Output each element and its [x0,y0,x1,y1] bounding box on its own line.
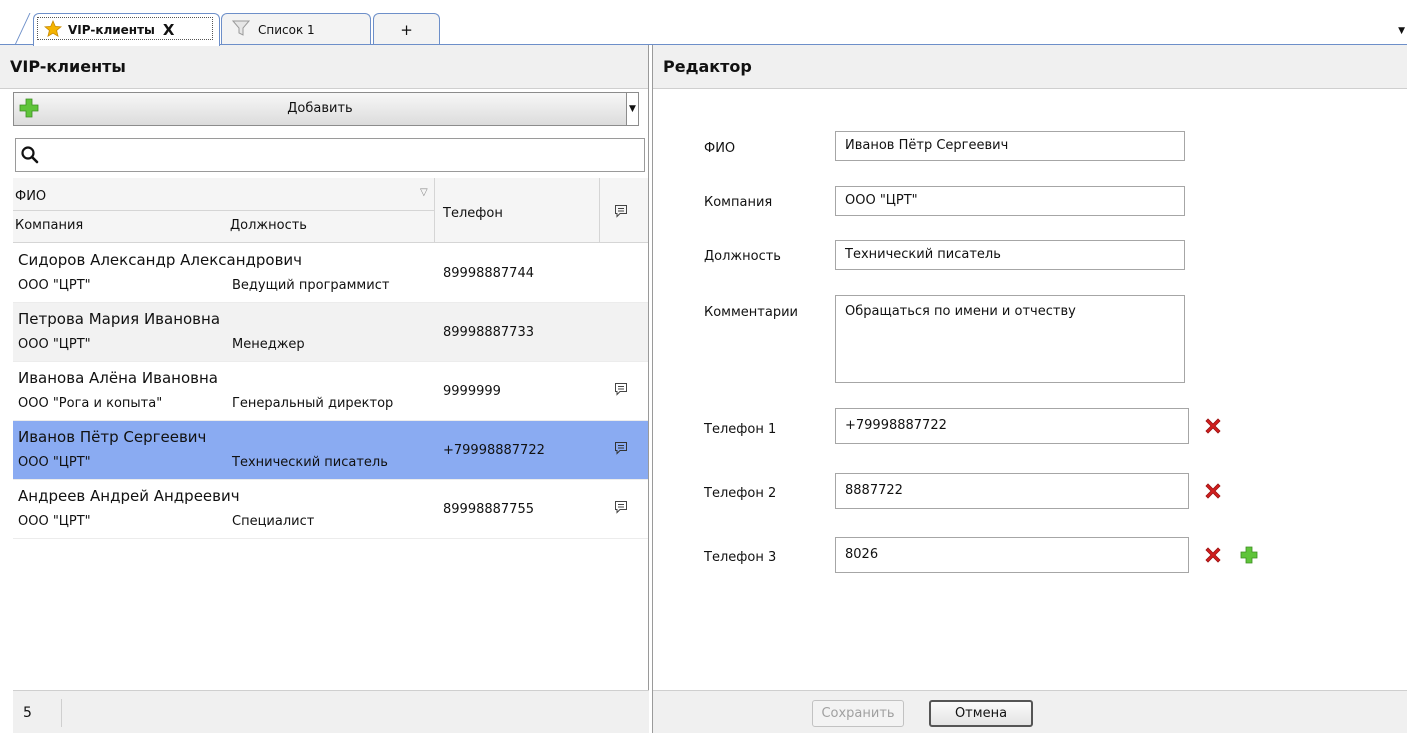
record-count: 5 [23,705,32,721]
comments-label: Комментарии [704,305,798,320]
phone-2-field[interactable]: 8887722 [835,473,1189,509]
client-company: ООО "ЦРТ" [18,337,91,352]
table-row[interactable]: Андреев Андрей Андреевич ООО "ЦРТ" Специ… [13,480,648,539]
client-company: ООО "ЦРТ" [18,278,91,293]
cancel-button[interactable]: Отмена [929,700,1033,727]
vip-clients-panel: VIP-клиенты Добавить ▼ ФИО ▽ Компания До… [0,45,649,733]
client-position: Менеджер [232,337,305,352]
tab-strip: VIP-клиенты X Список 1 + ▼ [0,0,1407,46]
client-name: Сидоров Александр Александрович [18,251,303,269]
table-row[interactable]: Сидоров Александр Александрович ООО "ЦРТ… [13,244,648,303]
table-row-selected[interactable]: Иванов Пётр Сергеевич ООО "ЦРТ" Техничес… [13,421,648,480]
comment-icon [614,500,628,518]
chevron-down-icon[interactable]: ▼ [1398,26,1405,36]
client-company: ООО "Рога и копыта" [18,396,163,411]
position-label: Должность [704,249,781,264]
client-phone: 89998887755 [443,502,534,517]
client-position: Генеральный директор [232,396,394,411]
client-name: Андреев Андрей Андреевич [18,487,240,505]
divider [61,699,62,727]
position-field[interactable]: Технический писатель [835,240,1185,270]
delete-icon[interactable] [1201,414,1225,438]
table-row[interactable]: Петрова Мария Ивановна ООО "ЦРТ" Менедже… [13,303,648,362]
client-company: ООО "ЦРТ" [18,514,91,529]
add-button-label: Добавить [287,101,353,116]
grid-header: ФИО ▽ Компания Должность Телефон [13,178,648,243]
comment-icon [614,204,628,222]
add-button[interactable]: Добавить ▼ [13,92,639,126]
phone-3-label: Телефон 3 [704,550,777,565]
add-tab-button[interactable]: + [373,13,440,45]
comments-field[interactable]: Обращаться по имени и отчеству [835,295,1185,383]
phone-1-label: Телефон 1 [704,422,777,437]
table-row[interactable]: Иванова Алёна Ивановна ООО "Рога и копыт… [13,362,648,421]
panel-title: VIP-клиенты [0,45,648,89]
delete-icon[interactable] [1201,543,1225,567]
column-position[interactable]: Должность [230,218,307,233]
search-icon [21,146,39,164]
column-divider [599,178,600,243]
tab-list-1-label: Список 1 [258,22,315,37]
client-phone: +79998887722 [443,443,545,458]
filter-icon [231,19,251,40]
delete-icon[interactable] [1201,479,1225,503]
comment-icon [614,382,628,400]
close-icon[interactable]: X [163,21,175,39]
company-label: Компания [704,195,773,210]
column-fio[interactable]: ФИО [13,182,434,211]
client-position: Ведущий программист [232,278,390,293]
clients-list: Сидоров Александр Александрович ООО "ЦРТ… [13,244,648,539]
client-company: ООО "ЦРТ" [18,455,91,470]
chevron-down-icon[interactable]: ▼ [626,93,638,125]
search-input[interactable] [15,138,645,172]
client-name: Петрова Мария Ивановна [18,310,221,328]
client-phone: 89998887733 [443,325,534,340]
column-phone[interactable]: Телефон [443,206,503,221]
client-name: Иванова Алёна Ивановна [18,369,218,387]
column-company[interactable]: Компания [15,218,83,233]
client-name: Иванов Пётр Сергеевич [18,428,207,446]
comment-icon [614,441,628,459]
client-position: Технический писатель [232,455,388,470]
client-phone: 89998887744 [443,266,534,281]
client-position: Специалист [232,514,315,529]
fio-field[interactable]: Иванов Пётр Сергеевич [835,131,1185,161]
tab-vip-clients-label: VIP-клиенты [68,23,155,37]
editor-footer: Сохранить Отмена [653,690,1407,733]
phone-2-label: Телефон 2 [704,486,777,501]
star-icon [43,19,63,41]
filter-icon[interactable]: ▽ [420,187,428,198]
list-footer: 5 [13,690,649,733]
fio-label: ФИО [704,141,736,156]
plus-icon[interactable] [1237,543,1261,567]
phone-1-field[interactable]: +79998887722 [835,408,1189,444]
editor-panel: Редактор ФИО Иванов Пётр Сергеевич Компа… [652,45,1407,733]
panel-title: Редактор [653,45,1407,89]
phone-3-field[interactable]: 8026 [835,537,1189,573]
tab-list-1[interactable]: Список 1 [221,13,371,45]
client-phone: 9999999 [443,384,501,399]
save-button[interactable]: Сохранить [812,700,904,727]
tab-vip-clients[interactable]: VIP-клиенты X [33,13,220,46]
column-divider [434,178,435,243]
company-field[interactable]: ООО "ЦРТ" [835,186,1185,216]
